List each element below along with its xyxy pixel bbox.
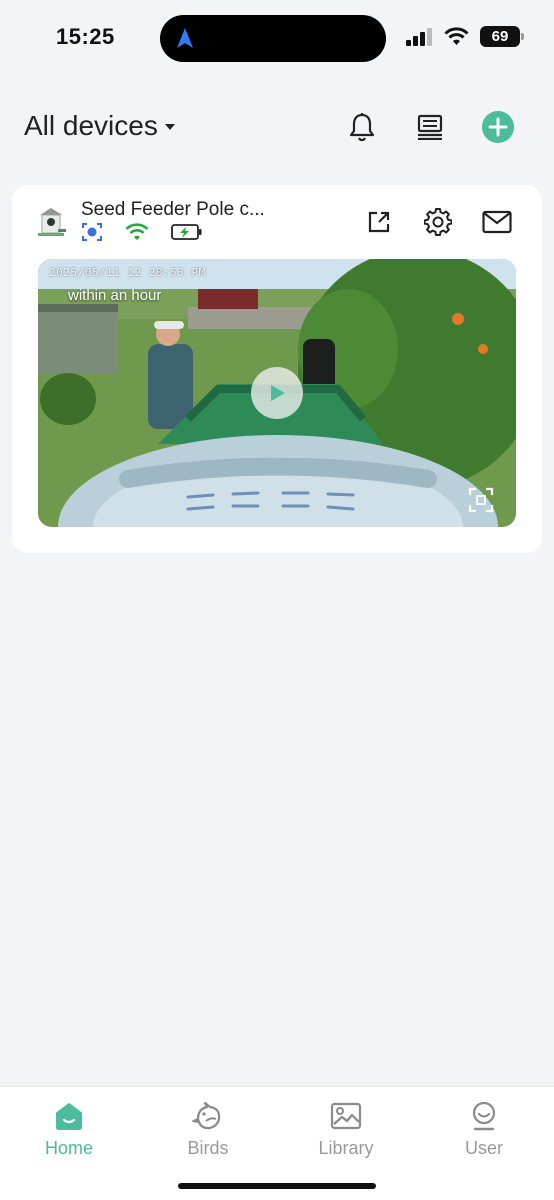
nav-label-user: User <box>464 1138 503 1158</box>
image-icon <box>329 1099 363 1133</box>
live-video-preview[interactable]: 2025/05/11 12 20:53 PM within an hour <box>38 259 516 527</box>
play-button[interactable] <box>251 367 303 419</box>
device-name: Seed Feeder Pole c... <box>81 199 265 220</box>
nav-item-library[interactable]: Library <box>296 1099 396 1169</box>
gear-icon <box>424 208 452 236</box>
status-bar: 15:25 69 <box>0 0 554 76</box>
user-icon <box>467 1099 501 1133</box>
messages-button[interactable] <box>482 207 512 237</box>
device-status-icons <box>81 222 203 242</box>
video-timestamp: 2025/05/11 12 20:53 PM <box>49 266 206 279</box>
header: All devices <box>0 96 554 158</box>
home-icon <box>52 1099 86 1133</box>
device-list-button[interactable] <box>413 110 447 144</box>
bell-icon <box>349 113 375 142</box>
device-card[interactable]: Seed Feeder Pole c... 2025/05/11 12 20:5… <box>12 185 542 553</box>
share-button[interactable] <box>364 207 394 237</box>
share-icon <box>368 211 390 233</box>
bird-feeder-thumbnail-icon <box>38 208 66 236</box>
cellular-signal-icon <box>406 27 432 46</box>
nav-label-home: Home <box>44 1138 93 1158</box>
nav-item-user[interactable]: User <box>434 1099 534 1169</box>
battery-charging-icon <box>171 224 202 240</box>
ai-detect-icon <box>82 223 102 241</box>
dynamic-island <box>160 15 386 62</box>
nav-item-home[interactable]: Home <box>19 1099 119 1169</box>
mail-icon <box>482 210 512 234</box>
battery-level: 69 <box>491 28 509 45</box>
home-indicator <box>178 1183 376 1189</box>
wifi-icon <box>125 223 149 240</box>
device-filter-dropdown[interactable]: All devices <box>24 110 175 142</box>
location-arrow-icon <box>177 28 193 48</box>
wifi-signal-icon <box>444 27 469 45</box>
video-caption: within an hour <box>68 287 162 304</box>
status-time: 15:25 <box>56 24 115 49</box>
fullscreen-icon[interactable] <box>468 487 494 513</box>
device-list-icon <box>417 114 443 140</box>
play-icon <box>271 385 285 401</box>
nav-item-birds[interactable]: Birds <box>158 1099 258 1169</box>
device-settings-button[interactable] <box>423 207 453 237</box>
battery-indicator: 69 <box>480 26 524 47</box>
add-icon <box>482 111 514 143</box>
bird-icon <box>191 1099 225 1133</box>
status-indicators: 69 <box>406 26 524 47</box>
page-title: All devices <box>24 110 158 141</box>
notifications-button[interactable] <box>345 110 379 144</box>
nav-label-birds: Birds <box>187 1138 229 1158</box>
add-device-button[interactable] <box>481 110 515 144</box>
nav-label-library: Library <box>318 1138 374 1158</box>
caret-down-icon <box>164 124 175 130</box>
